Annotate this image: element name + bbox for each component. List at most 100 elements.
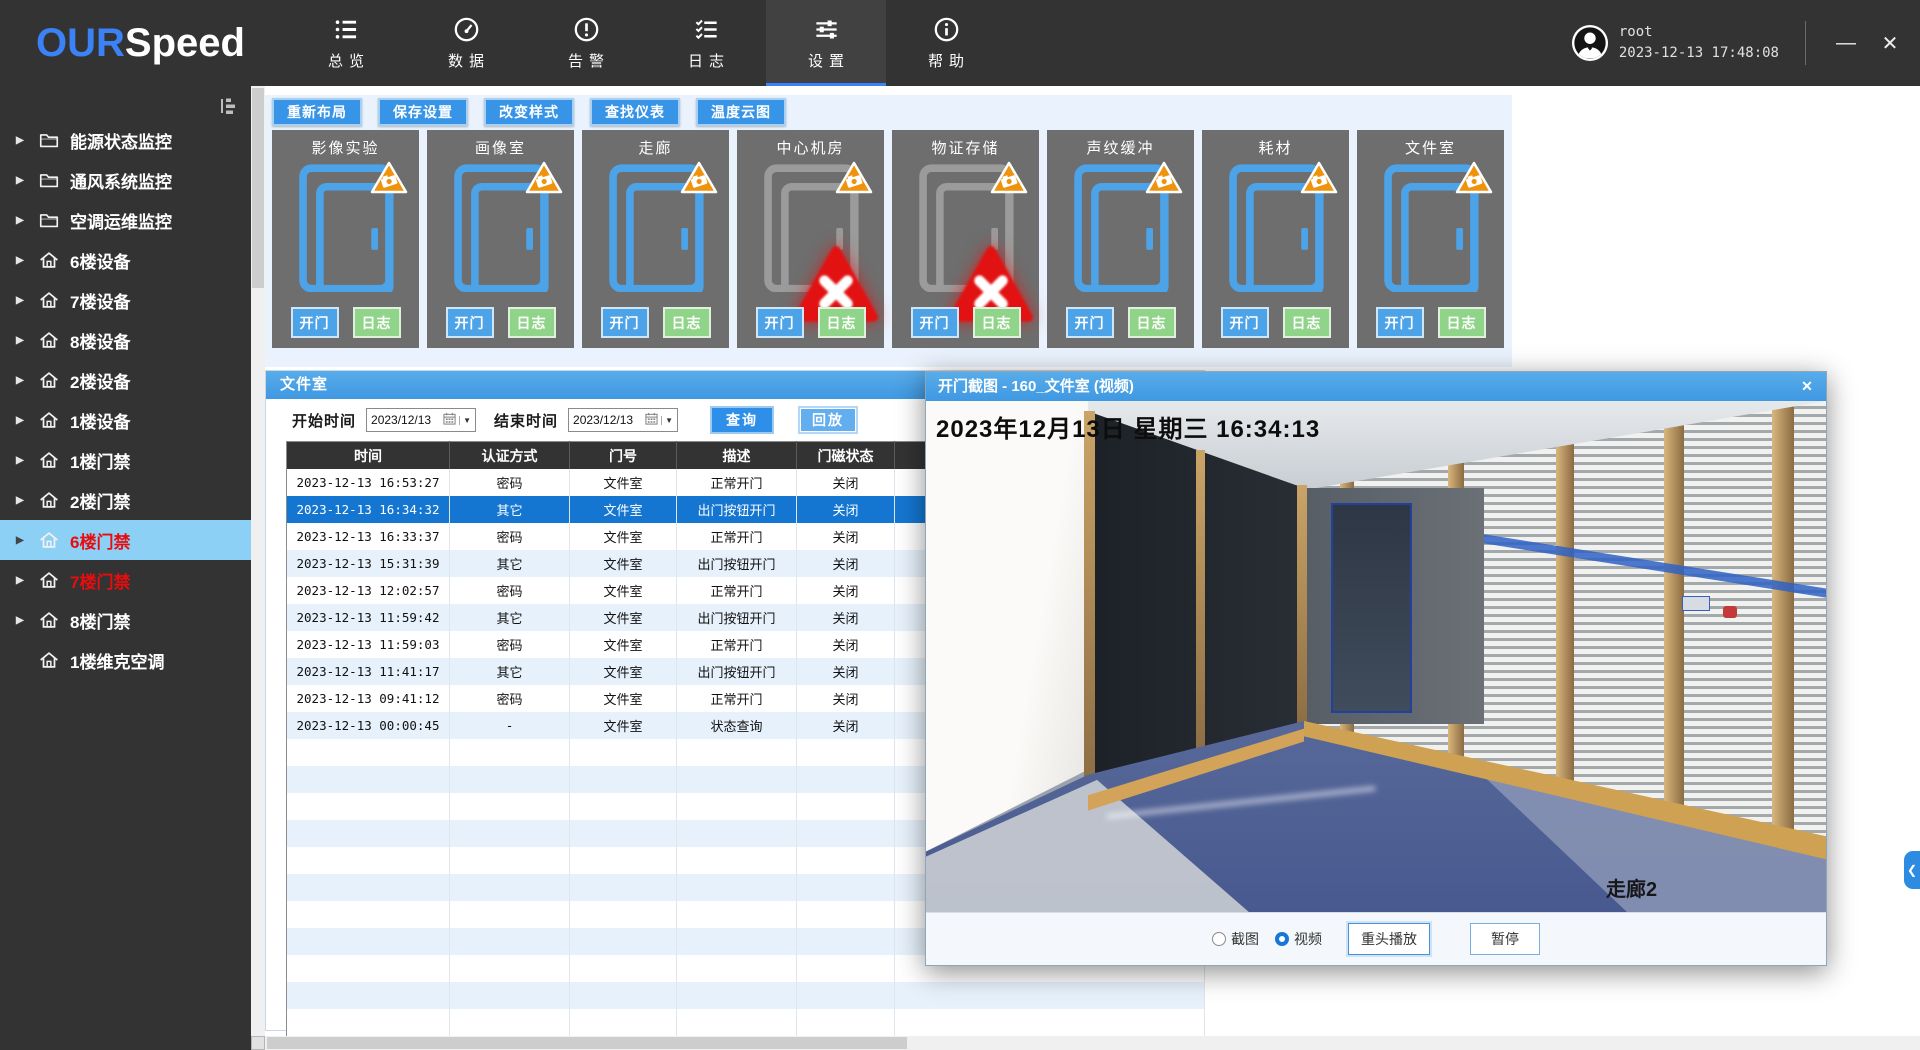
end-date-input[interactable]: 2023/12/13 ▼: [568, 408, 678, 432]
horizontal-scrollbar-thumb[interactable]: [267, 1037, 907, 1049]
column-header-2[interactable]: 认证方式: [450, 442, 570, 470]
sidebar-item-6[interactable]: ▶ 8楼设备: [0, 320, 251, 360]
door-log-button[interactable]: 日志: [1438, 307, 1486, 338]
door-log-button[interactable]: 日志: [1128, 307, 1176, 338]
start-date-input[interactable]: 2023/12/13 ▼: [366, 408, 476, 432]
minimize-button[interactable]: —: [1824, 0, 1868, 86]
sidebar-item-3[interactable]: ▶ 空调运维监控: [0, 200, 251, 240]
open-door-button[interactable]: 开门: [601, 307, 649, 338]
sidebar-item-2[interactable]: ▶ 通风系统监控: [0, 160, 251, 200]
table-cell: 2023-12-13 16:53:27: [287, 469, 450, 496]
open-door-button[interactable]: 开门: [1376, 307, 1424, 338]
sidebar-item-7[interactable]: ▶ 2楼设备: [0, 360, 251, 400]
table-cell: 2023-12-13 16:33:37: [287, 523, 450, 550]
table-cell: 文件室: [570, 631, 677, 658]
table-cell: [450, 847, 570, 874]
expand-arrow-icon[interactable]: ▶: [16, 375, 32, 386]
sidebar-item-13[interactable]: ▶ 8楼门禁: [0, 600, 251, 640]
scrollbar-corner[interactable]: [251, 1036, 265, 1050]
expand-arrow-icon[interactable]: ▶: [16, 415, 32, 426]
vertical-scrollbar-thumb[interactable]: [252, 88, 264, 288]
playback-button[interactable]: 回放: [798, 406, 858, 434]
query-button[interactable]: 查询: [710, 406, 774, 434]
column-header-1[interactable]: 时间: [287, 442, 450, 470]
expand-arrow-icon[interactable]: ▶: [16, 215, 32, 226]
expand-arrow-icon[interactable]: ▶: [16, 175, 32, 186]
pause-button[interactable]: 暂停: [1470, 923, 1540, 955]
open-door-button[interactable]: 开门: [1066, 307, 1114, 338]
expand-arrow-icon[interactable]: ▶: [16, 495, 32, 506]
open-door-button[interactable]: 开门: [446, 307, 494, 338]
expand-arrow-icon[interactable]: ▶: [16, 535, 32, 546]
toolbar-button-4[interactable]: 查找仪表: [590, 98, 680, 126]
topnav-item-5[interactable]: 设置: [766, 0, 886, 86]
table-cell: [450, 820, 570, 847]
sidebar-item-label: 空调运维监控: [70, 208, 172, 233]
door-log-button[interactable]: 日志: [818, 307, 866, 338]
topbar-divider: [1805, 21, 1806, 65]
replay-button[interactable]: 重头播放: [1348, 923, 1430, 955]
sidebar-item-9[interactable]: ▶ 1楼门禁: [0, 440, 251, 480]
expand-arrow-icon[interactable]: ▶: [16, 255, 32, 266]
expand-arrow-icon[interactable]: ▶: [16, 335, 32, 346]
open-door-button[interactable]: 开门: [756, 307, 804, 338]
open-door-button[interactable]: 开门: [291, 307, 339, 338]
table-cell: [797, 847, 895, 874]
door-log-button[interactable]: 日志: [973, 307, 1021, 338]
topnav-item-4[interactable]: 日志: [646, 0, 766, 86]
sidebar-item-10[interactable]: ▶ 2楼门禁: [0, 480, 251, 520]
topnav-item-6[interactable]: 帮助: [886, 0, 1006, 86]
door-log-button[interactable]: 日志: [1283, 307, 1331, 338]
vertical-scrollbar[interactable]: [251, 86, 265, 1050]
table-cell: 出门按钮开门: [677, 496, 797, 523]
expand-arrow-icon[interactable]: ▶: [16, 135, 32, 146]
modal-title: 开门截图 - 160_文件室 (视频): [938, 378, 1134, 395]
date-dropdown-caret-icon[interactable]: ▼: [459, 416, 471, 425]
expand-arrow-icon[interactable]: ▶: [16, 615, 32, 626]
table-cell: [677, 928, 797, 955]
open-door-button[interactable]: 开门: [911, 307, 959, 338]
table-cell: [797, 928, 895, 955]
user-avatar-icon[interactable]: [1571, 24, 1609, 62]
door-log-button[interactable]: 日志: [508, 307, 556, 338]
video-view[interactable]: 2023年12月13日 星期三 16:34:13 走廊2: [926, 401, 1826, 913]
expand-arrow-icon[interactable]: ▶: [16, 455, 32, 466]
sidebar-item-11[interactable]: ▶ 6楼门禁: [0, 520, 251, 560]
expand-arrow-icon[interactable]: ▶: [16, 575, 32, 586]
sidebar-item-8[interactable]: ▶ 1楼设备: [0, 400, 251, 440]
column-header-3[interactable]: 门号: [570, 442, 677, 470]
tree-collapse-icon[interactable]: [219, 96, 239, 116]
topnav-item-1[interactable]: 总览: [286, 0, 406, 86]
toolbar-button-5[interactable]: 温度云图: [696, 98, 786, 126]
sidebar-item-1[interactable]: ▶ 能源状态监控: [0, 120, 251, 160]
toolbar-button-3[interactable]: 改变样式: [484, 98, 574, 126]
door-log-button[interactable]: 日志: [353, 307, 401, 338]
modal-close-icon[interactable]: ✕: [1794, 372, 1820, 401]
expand-arrow-icon[interactable]: ▶: [16, 295, 32, 306]
topnav-item-2[interactable]: 数据: [406, 0, 526, 86]
modal-title-bar[interactable]: 开门截图 - 160_文件室 (视频) ✕: [926, 372, 1826, 401]
open-door-button[interactable]: 开门: [1221, 307, 1269, 338]
close-button[interactable]: ✕: [1868, 0, 1912, 86]
toolbar-button-2[interactable]: 保存设置: [378, 98, 468, 126]
snapshot-radio[interactable]: 截图: [1212, 929, 1259, 949]
column-header-4[interactable]: 描述: [677, 442, 797, 470]
sidebar-item-5[interactable]: ▶ 7楼设备: [0, 280, 251, 320]
date-dropdown-caret-icon[interactable]: ▼: [661, 416, 673, 425]
sidebar-item-14[interactable]: 1楼维克空调: [0, 640, 251, 680]
camera-warning-badge-icon: [1454, 160, 1494, 196]
table-cell: [570, 847, 677, 874]
video-radio[interactable]: 视频: [1275, 929, 1322, 949]
horizontal-scrollbar[interactable]: [265, 1036, 1920, 1050]
sidebar-item-12[interactable]: ▶ 7楼门禁: [0, 560, 251, 600]
sidebar-item-4[interactable]: ▶ 6楼设备: [0, 240, 251, 280]
empty-table-row: [287, 1009, 1205, 1036]
door-cards: 影像实验 开门 日志 画像室: [272, 130, 1504, 348]
snapshot-modal: 开门截图 - 160_文件室 (视频) ✕: [925, 371, 1827, 966]
collapse-panel-tab[interactable]: ❮: [1904, 851, 1920, 889]
topnav-item-3[interactable]: 告警: [526, 0, 646, 86]
door-log-button[interactable]: 日志: [663, 307, 711, 338]
toolbar-button-1[interactable]: 重新布局: [272, 98, 362, 126]
table-cell: [450, 793, 570, 820]
column-header-5[interactable]: 门磁状态: [797, 442, 895, 470]
